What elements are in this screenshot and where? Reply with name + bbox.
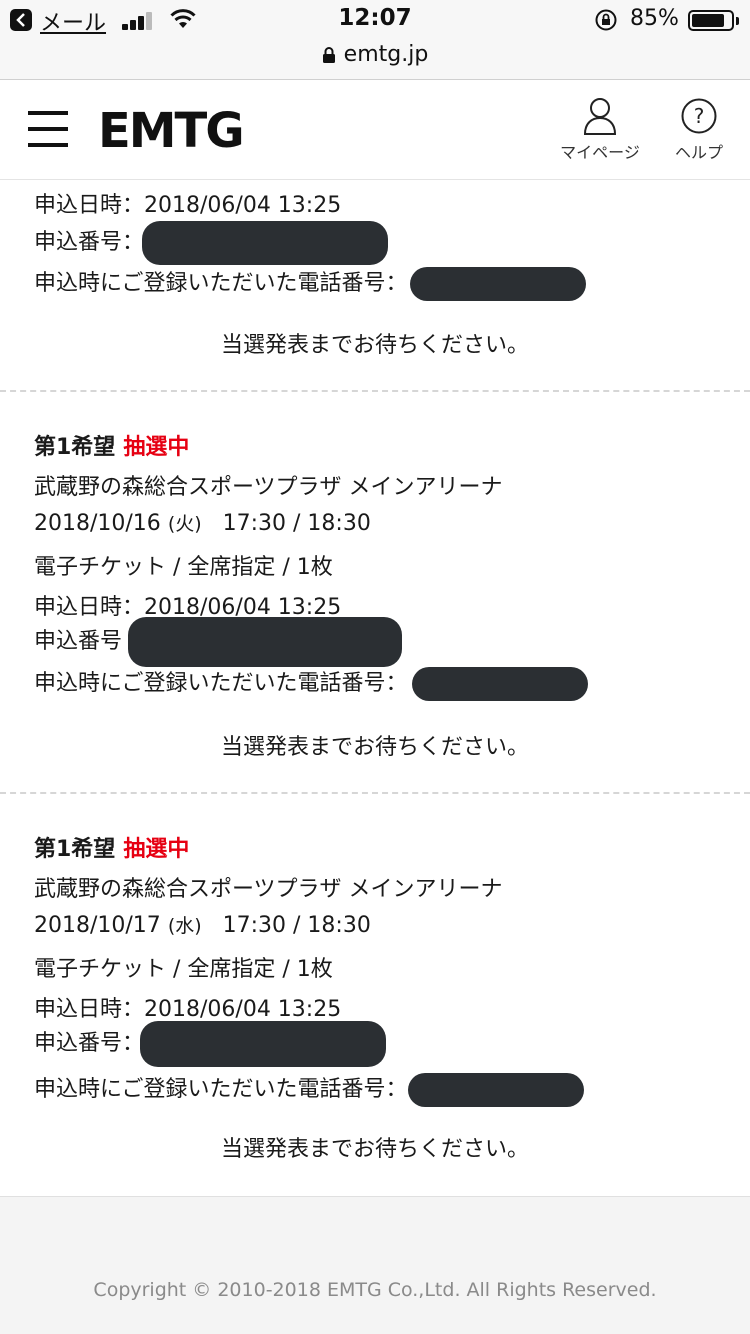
- application-number-label: 申込番号：: [34, 1031, 145, 1056]
- battery-level: [692, 14, 724, 27]
- applied-at-label: 申込日時：: [34, 193, 145, 218]
- battery-icon: [688, 10, 734, 31]
- hope-status-row: 第1希望 抽選中: [34, 429, 189, 461]
- mypage-button[interactable]: マイページ: [552, 97, 648, 163]
- redacted-phone-number: [409, 267, 586, 301]
- ticket-type: 電子チケット / 全席指定 / 1枚: [34, 957, 333, 982]
- help-button[interactable]: ? ヘルプ: [666, 97, 732, 163]
- menu-icon[interactable]: [28, 109, 70, 149]
- hope-rank: 第1希望: [34, 837, 116, 862]
- redacted-application-number: [140, 1021, 387, 1067]
- performance-times: 17:30 / 18:30: [222, 913, 371, 938]
- phone-number-row: 申込時にご登録いただいた電話番号：: [34, 665, 588, 701]
- application-number-row: 申込番号: [34, 617, 403, 667]
- phone-number-row: 申込時にご登録いただいた電話番号：: [34, 1071, 584, 1107]
- venue: 武蔵野の森総合スポーツプラザ メインアリーナ: [34, 475, 503, 500]
- performance-times: 17:30 / 18:30: [222, 511, 371, 536]
- hope-rank: 第1希望: [34, 435, 116, 460]
- site-header: EMTG マイページ ? ヘルプ: [0, 81, 750, 180]
- venue: 武蔵野の森総合スポーツプラザ メインアリーナ: [34, 877, 503, 902]
- lottery-status-badge: 抽選中: [123, 837, 190, 862]
- status-bar: メール 12:07 85%: [0, 0, 750, 40]
- wait-message: 当選発表までお待ちください。: [220, 735, 529, 760]
- performance-weekday: (火): [167, 513, 202, 535]
- battery-percent: 85%: [630, 6, 679, 31]
- phone-number-label: 申込時にご登録いただいた電話番号：: [34, 271, 408, 296]
- applied-at-value: 2018/06/04 13:25: [144, 193, 342, 218]
- performance-date: 2018/10/16: [34, 511, 161, 536]
- phone-number-label: 申込時にご登録いただいた電話番号：: [34, 671, 408, 696]
- performance-date-row: 2018/10/17 (水) 17:30 / 18:30: [34, 911, 371, 938]
- phone-number-row: 申込時にご登録いただいた電話番号：: [34, 265, 586, 301]
- applied-at-value: 2018/06/04 13:25: [144, 997, 342, 1022]
- hope-status-row: 第1希望 抽選中: [34, 831, 189, 863]
- entry-divider: [0, 792, 750, 794]
- copyright-text: Copyright © 2010-2018 EMTG Co.,Ltd. All …: [93, 1279, 657, 1301]
- url-domain: emtg.jp: [343, 42, 429, 67]
- orientation-lock-icon: [595, 9, 617, 31]
- applied-at-row: 申込日時：2018/06/04 13:25: [34, 187, 341, 219]
- user-icon: [583, 98, 617, 135]
- svg-text:?: ?: [694, 104, 705, 128]
- application-number-row: 申込番号：: [34, 1021, 387, 1067]
- entry-divider: [0, 390, 750, 392]
- performance-weekday: (水): [167, 915, 202, 937]
- help-label: ヘルプ: [674, 143, 723, 162]
- address-bar[interactable]: emtg.jp: [0, 40, 750, 80]
- redacted-phone-number: [407, 1073, 584, 1107]
- application-number-row: 申込番号：: [34, 221, 389, 265]
- help-icon: ?: [681, 98, 717, 134]
- performance-date: 2018/10/17: [34, 913, 161, 938]
- redacted-phone-number: [411, 667, 588, 701]
- redacted-application-number: [142, 221, 389, 265]
- site-logo[interactable]: EMTG: [98, 103, 245, 159]
- application-number-label: 申込番号: [34, 629, 123, 654]
- redacted-application-number: [128, 617, 403, 667]
- performance-date-row: 2018/10/16 (火) 17:30 / 18:30: [34, 509, 371, 536]
- battery-tip: [736, 17, 739, 25]
- lottery-status-badge: 抽選中: [123, 435, 190, 460]
- ticket-type: 電子チケット / 全席指定 / 1枚: [34, 555, 333, 580]
- site-footer: Copyright © 2010-2018 EMTG Co.,Ltd. All …: [0, 1196, 750, 1334]
- applied-at-row: 申込日時：2018/06/04 13:25: [34, 991, 341, 1023]
- phone-number-label: 申込時にご登録いただいた電話番号：: [34, 1077, 408, 1102]
- wait-message: 当選発表までお待ちください。: [220, 1137, 529, 1162]
- application-number-label: 申込番号：: [34, 230, 145, 255]
- wait-message: 当選発表までお待ちください。: [220, 333, 529, 358]
- applied-at-label: 申込日時：: [34, 997, 145, 1022]
- secure-lock-icon: [322, 47, 335, 63]
- mypage-label: マイページ: [560, 143, 640, 162]
